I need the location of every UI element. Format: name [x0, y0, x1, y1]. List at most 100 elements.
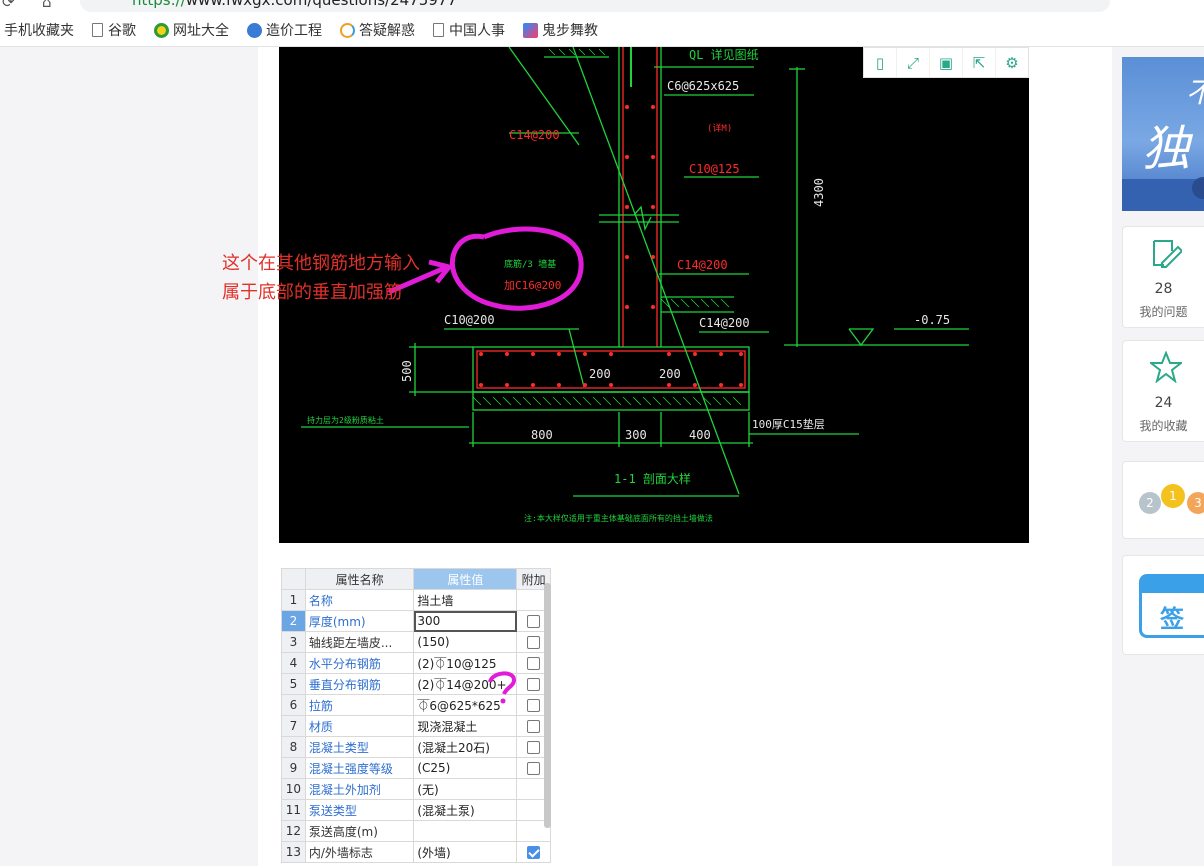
header-index [281, 568, 306, 590]
cad-label-circled-1: 底筋/3 墙基 [504, 258, 556, 270]
header-property-value[interactable]: 属性值 [413, 568, 518, 590]
save-icon[interactable]: ▣ [930, 48, 963, 77]
my-favorites-card[interactable]: 24 我的收藏 [1122, 340, 1204, 442]
property-name-cell[interactable]: 轴线距左墙皮... [304, 631, 415, 653]
row-index: 5 [281, 673, 306, 695]
image-viewer-toolbar: ▯ ⤢ ▣ ⇱ ⚙ [863, 47, 1029, 78]
address-bar-strip: ⟳ ⌂ https://www.fwxgx.com/questions/2475… [0, 0, 1204, 14]
table-row[interactable]: 10 混凝土外加剂 (无) [281, 778, 551, 800]
extra-checkbox[interactable] [527, 846, 541, 859]
question-scribble [488, 671, 517, 704]
url-text[interactable]: https://www.fwxgx.com/questions/2475977 [132, 0, 457, 9]
cad-label-c14-mid: C14@200 [677, 258, 728, 272]
settings-icon[interactable]: ⚙ [996, 48, 1028, 77]
fullscreen-icon[interactable]: ⤢ [897, 48, 930, 77]
bookmark-label: 谷歌 [108, 23, 136, 39]
property-value-cell[interactable]: (混凝土泵) [413, 799, 518, 821]
property-name-cell[interactable]: 材质 [304, 715, 415, 737]
property-value-cell[interactable]: (混凝土20石) [413, 736, 518, 758]
property-name-cell[interactable]: 泵送类型 [304, 799, 415, 821]
extra-checkbox[interactable] [527, 615, 541, 628]
star-icon [1150, 351, 1182, 383]
ranking-card[interactable]: 2 1 3 [1122, 461, 1204, 539]
table-row[interactable]: 11 泵送类型 (混凝土泵) [281, 799, 551, 821]
cad-label-cushion: 100厚C15垫层 [752, 417, 825, 431]
question-icon [340, 22, 355, 38]
table-row[interactable]: 13 内/外墙标志 (外墙) [281, 841, 551, 863]
e-icon [247, 22, 262, 38]
extra-checkbox[interactable] [527, 741, 541, 754]
property-value-cell[interactable]: 现浇混凝土 [413, 715, 518, 737]
cad-footnote: 注:本大样仅适用于重主体基础底面所有的挡土墙做法 [524, 513, 713, 523]
rank-3-badge: 3 [1187, 492, 1204, 514]
property-value-cell[interactable]: (外墙) [413, 841, 518, 863]
table-row[interactable]: 1 名称 挡土墙 [281, 589, 551, 611]
header-property-name[interactable]: 属性名称 [304, 568, 415, 590]
globe-icon [154, 22, 169, 38]
property-name-cell[interactable]: 水平分布钢筋 [304, 652, 415, 674]
bookmarks-bar: 手机收藏夹 谷歌 网址大全 造价工程 答疑解惑 中国人事 鬼步舞教 [0, 14, 1204, 47]
share-icon[interactable]: ⇱ [963, 48, 996, 77]
property-value-cell[interactable]: 挡土墙 [413, 589, 518, 611]
fit-page-icon[interactable]: ▯ [864, 48, 897, 77]
questions-count: 28 [1154, 281, 1173, 297]
table-row[interactable]: 9 混凝土强度等级 (C25) [281, 757, 551, 779]
reload-icon[interactable]: ⟳ [2, 0, 15, 11]
property-name-cell[interactable]: 厚度(mm) [304, 610, 415, 632]
property-value-cell[interactable]: 300 [413, 610, 518, 632]
table-row[interactable]: 2 厚度(mm) 300 [281, 610, 551, 632]
extra-checkbox[interactable] [527, 762, 541, 775]
property-value-cell[interactable]: (C25) [413, 757, 518, 779]
property-name-cell[interactable]: 拉筋 [304, 694, 415, 716]
bookmark-qa[interactable]: 答疑解惑 [340, 20, 415, 40]
table-row[interactable]: 12 泵送高度(m) [281, 820, 551, 842]
property-name-cell[interactable]: 垂直分布钢筋 [304, 673, 415, 695]
row-index: 7 [281, 715, 306, 737]
bookmark-china-hr[interactable]: 中国人事 [433, 20, 505, 40]
bookmark-label: 鬼步舞教 [542, 23, 598, 39]
property-value-cell[interactable]: (无) [413, 778, 518, 800]
extra-checkbox[interactable] [527, 636, 541, 649]
cad-label-300: 300 [625, 428, 647, 442]
cad-label-200-right: 200 [659, 367, 681, 381]
extra-checkbox[interactable] [527, 657, 541, 670]
bookmark-label: 手机收藏夹 [4, 23, 74, 39]
promo-banner[interactable]: 不 独 [1122, 57, 1204, 211]
row-index: 10 [281, 778, 306, 800]
bookmark-google[interactable]: 谷歌 [92, 20, 136, 40]
extra-checkbox[interactable] [527, 720, 541, 733]
annotation-line-1: 这个在其他钢筋地方输入 [222, 253, 420, 274]
extra-checkbox[interactable] [527, 678, 541, 691]
bookmark-url-directory[interactable]: 网址大全 [154, 20, 229, 40]
table-scrollbar[interactable] [544, 583, 551, 828]
property-table: 属性名称 属性值 附加 1 名称 挡土墙 2 厚度(mm) 300 3 轴线距左墙皮... (1… [281, 568, 551, 863]
extra-checkbox[interactable] [527, 699, 541, 712]
table-row[interactable]: 3 轴线距左墙皮... (150) [281, 631, 551, 653]
checkin-card[interactable]: 签 [1122, 555, 1204, 655]
table-row[interactable]: 8 混凝土类型 (混凝土20石) [281, 736, 551, 758]
rank-1-badge: 1 [1161, 484, 1185, 508]
property-name-cell[interactable]: 泵送高度(m) [304, 820, 415, 842]
bookmark-cost-engineering[interactable]: 造价工程 [247, 20, 322, 40]
property-name-cell[interactable]: 名称 [304, 589, 415, 611]
cad-label-c14-bottom: C14@200 [699, 316, 750, 330]
property-name-cell[interactable]: 内/外墙标志 [304, 841, 415, 863]
property-name-cell[interactable]: 混凝土强度等级 [304, 757, 415, 779]
cad-label-c10-200: C10@200 [444, 313, 495, 327]
bookmark-mobile-favorites[interactable]: 手机收藏夹 [4, 20, 74, 40]
row-index: 1 [281, 589, 306, 611]
row-index: 4 [281, 652, 306, 674]
property-value-cell[interactable] [413, 820, 518, 842]
my-questions-card[interactable]: 28 我的问题 [1122, 226, 1204, 328]
property-name-cell[interactable]: 混凝土外加剂 [304, 778, 415, 800]
property-name-cell[interactable]: 混凝土类型 [304, 736, 415, 758]
doc-icon [433, 23, 444, 37]
calendar-header [1142, 577, 1204, 593]
property-value-cell[interactable]: (150) [413, 631, 518, 653]
row-index: 12 [281, 820, 306, 842]
bookmark-shuffle-dance[interactable]: 鬼步舞教 [523, 20, 598, 40]
home-icon[interactable]: ⌂ [42, 0, 52, 11]
cad-section-title: 1-1 剖面大样 [614, 471, 691, 486]
table-row[interactable]: 7 材质 现浇混凝土 [281, 715, 551, 737]
row-index: 9 [281, 757, 306, 779]
